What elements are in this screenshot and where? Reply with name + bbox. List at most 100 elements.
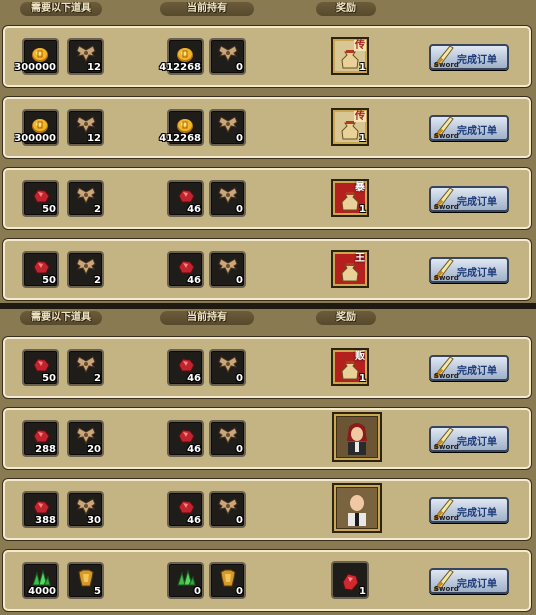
reward-slot[interactable]: 传1 — [331, 108, 369, 146]
owned-item-1-slot[interactable]: 412268 — [159, 109, 204, 146]
bat-wing-icon — [218, 498, 238, 516]
required-item-1-slot[interactable]: 50 — [22, 180, 59, 217]
reward-slot[interactable]: 1 — [331, 561, 369, 599]
item-count: 0 — [236, 275, 243, 286]
reward-slot[interactable]: 暴1 — [331, 179, 369, 217]
owned-item-2-slot[interactable]: 0 — [209, 491, 246, 528]
reward-slot[interactable]: 传1 — [331, 37, 369, 75]
order-row: 50 2 46 0 暴 1 Sword 完成订单 — [3, 168, 531, 229]
reward-slot[interactable] — [332, 412, 382, 462]
owned-item-1-slot[interactable]: 46 — [167, 349, 204, 386]
required-item-1-slot[interactable]: 4000 — [22, 562, 59, 599]
owned-item-2-slot[interactable]: 0 — [209, 349, 246, 386]
complete-order-label: 完成订单 — [457, 126, 497, 137]
reward-slot[interactable] — [332, 483, 382, 533]
complete-order-label: 完成订单 — [457, 55, 497, 66]
complete-order-button[interactable]: Sword 完成订单 — [429, 257, 509, 283]
red-ore-icon — [33, 429, 50, 443]
order-row: 4000 5 0 0 1 Sword 完成订单 — [3, 550, 531, 611]
bat-wing-icon — [218, 427, 238, 445]
required-item-1-slot[interactable]: 50 — [22, 349, 59, 386]
required-item-1-slot[interactable]: 388 — [22, 491, 59, 528]
complete-order-button[interactable]: Sword 完成订单 — [429, 426, 509, 452]
item-count: 288 — [35, 444, 56, 455]
order-panel-2: 需要以下道具 当前持有 奖励 50 2 46 0 贩 1 Sword 完成订单 288 20 46 0 Swo… — [0, 309, 536, 615]
bat-wing-icon — [76, 258, 96, 276]
required-item-1-slot[interactable]: 300000 — [14, 38, 59, 75]
item-count: 300000 — [14, 62, 56, 73]
bat-wing-icon — [218, 258, 238, 276]
required-item-2-slot[interactable]: 2 — [67, 349, 104, 386]
owned-item-1-slot[interactable]: 46 — [167, 491, 204, 528]
owned-item-2-slot[interactable]: 0 — [209, 38, 246, 75]
red-ore-icon — [33, 500, 50, 514]
owned-item-2-slot[interactable]: 0 — [209, 562, 246, 599]
reward-tag: 传 — [354, 40, 366, 51]
reward-count: 1 — [359, 204, 366, 215]
reward-count: 1 — [359, 133, 366, 144]
owned-item-2-slot[interactable]: 0 — [209, 420, 246, 457]
owned-item-1-slot[interactable]: 46 — [167, 180, 204, 217]
gold-coin-icon — [32, 48, 48, 62]
owned-item-1-slot[interactable]: 46 — [167, 420, 204, 457]
red-ore-icon — [178, 260, 195, 274]
complete-order-button[interactable]: Sword 完成订单 — [429, 497, 509, 523]
complete-order-button[interactable]: Sword 完成订单 — [429, 568, 509, 594]
gold-armor-icon — [220, 569, 236, 587]
required-item-1-slot[interactable]: 50 — [22, 251, 59, 288]
reward-count: 1 — [359, 62, 366, 73]
sword-label: Sword — [434, 203, 459, 211]
reward-slot[interactable]: 王 — [331, 250, 369, 288]
owned-item-2-slot[interactable]: 0 — [209, 109, 246, 146]
owned-item-1-slot[interactable]: 0 — [167, 562, 204, 599]
item-count: 12 — [87, 133, 101, 144]
complete-order-label: 完成订单 — [457, 268, 497, 279]
header-row: 需要以下道具 当前持有 奖励 — [0, 309, 536, 329]
required-item-2-slot[interactable]: 5 — [67, 562, 104, 599]
owned-item-2-slot[interactable]: 0 — [209, 180, 246, 217]
required-item-2-slot[interactable]: 2 — [67, 251, 104, 288]
complete-order-label: 完成订单 — [457, 579, 497, 590]
complete-order-button[interactable]: Sword 完成订单 — [429, 355, 509, 381]
item-count: 388 — [35, 515, 56, 526]
required-item-2-slot[interactable]: 30 — [67, 491, 104, 528]
item-count: 2 — [94, 204, 101, 215]
owned-item-1-slot[interactable]: 412268 — [159, 38, 204, 75]
bat-wing-icon — [76, 427, 96, 445]
item-count: 4000 — [28, 586, 56, 597]
item-count: 0 — [236, 515, 243, 526]
required-item-2-slot[interactable]: 12 — [67, 109, 104, 146]
character-portrait-red-hair-icon — [337, 417, 377, 457]
sword-label: Sword — [434, 372, 459, 380]
red-ore-icon — [178, 189, 195, 203]
owned-item-1-slot[interactable]: 46 — [167, 251, 204, 288]
required-item-2-slot[interactable]: 2 — [67, 180, 104, 217]
required-item-2-slot[interactable]: 12 — [67, 38, 104, 75]
red-ore-icon — [33, 358, 50, 372]
header-current-holdings: 当前持有 — [160, 2, 254, 16]
complete-order-button[interactable]: Sword 完成订单 — [429, 115, 509, 141]
order-row: 288 20 46 0 Sword 完成订单 — [3, 408, 531, 469]
required-item-1-slot[interactable]: 288 — [22, 420, 59, 457]
gold-coin-icon — [177, 48, 193, 62]
item-count: 50 — [42, 373, 56, 384]
complete-order-button[interactable]: Sword 完成订单 — [429, 44, 509, 70]
required-item-2-slot[interactable]: 20 — [67, 420, 104, 457]
item-count: 0 — [236, 586, 243, 597]
reward-slot[interactable]: 贩1 — [331, 348, 369, 386]
item-count: 50 — [42, 275, 56, 286]
item-count: 46 — [187, 373, 201, 384]
item-count: 0 — [236, 62, 243, 73]
header-required-items: 需要以下道具 — [20, 311, 102, 325]
order-row: 50 2 46 0 贩 1 Sword 完成订单 — [3, 337, 531, 398]
owned-item-2-slot[interactable]: 0 — [209, 251, 246, 288]
required-item-1-slot[interactable]: 300000 — [14, 109, 59, 146]
sword-label: Sword — [434, 274, 459, 282]
item-count: 5 — [94, 586, 101, 597]
order-row: 388 30 46 0 Sword 完成订单 — [3, 479, 531, 540]
complete-order-button[interactable]: Sword 完成订单 — [429, 186, 509, 212]
red-ore-icon — [178, 500, 195, 514]
gold-armor-icon — [78, 569, 94, 587]
bat-wing-icon — [76, 187, 96, 205]
header-required-items: 需要以下道具 — [20, 2, 102, 16]
